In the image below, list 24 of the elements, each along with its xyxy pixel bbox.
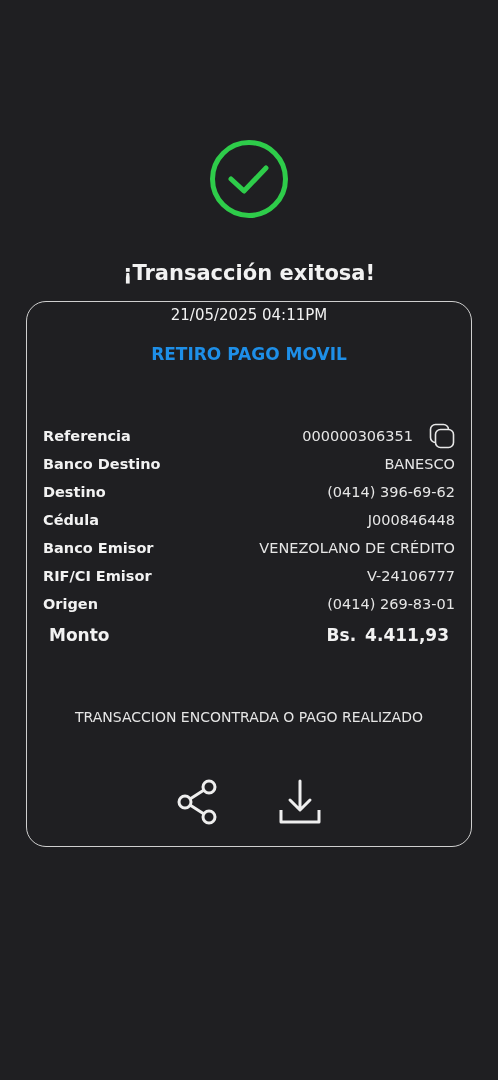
detail-label: Destino (43, 484, 106, 500)
detail-value: (0414) 396-69-62 (327, 484, 455, 500)
detail-label: Banco Emisor (43, 540, 154, 556)
detail-value: BANESCO (384, 456, 455, 472)
transaction-type: RETIRO PAGO MOVIL (151, 343, 347, 366)
detail-label: Origen (43, 596, 98, 612)
detail-label: RIF/CI Emisor (43, 568, 152, 584)
detail-label: Banco Destino (43, 456, 161, 472)
receipt-date: 21/05/2025 04:11PM (170, 305, 328, 325)
detail-value: (0414) 269-83-01 (327, 596, 455, 612)
detail-value: VENEZOLANO DE CRÉDITO (259, 540, 455, 556)
success-check-icon (209, 139, 289, 219)
detail-label: Cédula (43, 512, 99, 528)
detail-value: 000000306351 (302, 428, 413, 444)
currency-symbol: Bs. (326, 625, 357, 645)
detail-label: Referencia (43, 428, 131, 444)
total-label: Monto (49, 625, 110, 645)
detail-value: V-24106777 (366, 568, 455, 584)
status-message: TRANSACCION ENCONTRADA O PAGO REALIZADO (75, 708, 423, 727)
detail-value: J000846448 (367, 512, 455, 528)
copy-icon[interactable] (429, 423, 455, 449)
download-icon[interactable] (278, 779, 322, 825)
total-amount: 4.411,93 (365, 625, 449, 645)
status-title: ¡Transacción exitosa! (122, 260, 376, 287)
